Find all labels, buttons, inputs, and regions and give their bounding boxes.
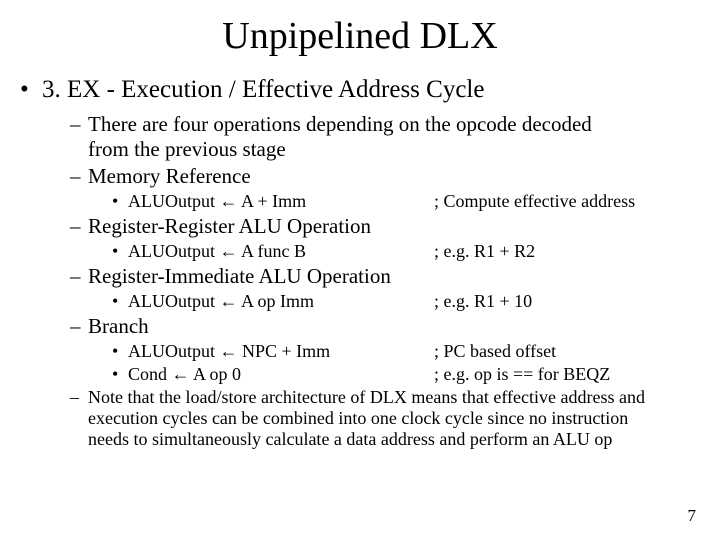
intro-line1: There are four operations depending on t…	[88, 112, 592, 136]
slide-title: Unpipelined DLX	[20, 14, 700, 58]
op-row: •ALUOutput ← A func B ; e.g. R1 + R2	[112, 241, 700, 262]
slide: Unpipelined DLX •3. EX - Execution / Eff…	[0, 0, 720, 540]
dash-icon: –	[70, 387, 88, 408]
intro-item: –There are four operations depending on …	[70, 112, 700, 162]
bullet-icon: •	[20, 76, 42, 104]
outline: •3. EX - Execution / Effective Address C…	[20, 76, 700, 450]
intro-line2: from the previous stage	[70, 137, 700, 162]
dash-icon: –	[70, 264, 88, 289]
dash-icon: –	[70, 112, 88, 137]
dash-icon: –	[70, 314, 88, 339]
bullet-icon: •	[112, 341, 128, 362]
op-row: •ALUOutput ← A op Imm ; e.g. R1 + 10	[112, 291, 700, 312]
op-row: •ALUOutput ← NPC + Imm ; PC based offset	[112, 341, 700, 362]
dash-icon: –	[70, 214, 88, 239]
op-row: •ALUOutput ← A + Imm ; Compute effective…	[112, 191, 700, 212]
section-reg-reg: –Register-Register ALU Operation	[70, 214, 700, 239]
section-reg-imm: –Register-Immediate ALU Operation	[70, 264, 700, 289]
section-memory-ref: –Memory Reference	[70, 164, 700, 189]
bullet-icon: •	[112, 241, 128, 262]
bullet-icon: •	[112, 191, 128, 212]
main-heading: 3. EX - Execution / Effective Address Cy…	[42, 76, 484, 103]
note-item: –Note that the load/store architecture o…	[70, 387, 700, 450]
op-row: •Cond ← A op 0 ; e.g. op is == for BEQZ	[112, 364, 700, 385]
main-bullet: •3. EX - Execution / Effective Address C…	[20, 76, 700, 104]
section-branch: –Branch	[70, 314, 700, 339]
bullet-icon: •	[112, 364, 128, 385]
dash-icon: –	[70, 164, 88, 189]
page-number: 7	[688, 506, 697, 526]
bullet-icon: •	[112, 291, 128, 312]
